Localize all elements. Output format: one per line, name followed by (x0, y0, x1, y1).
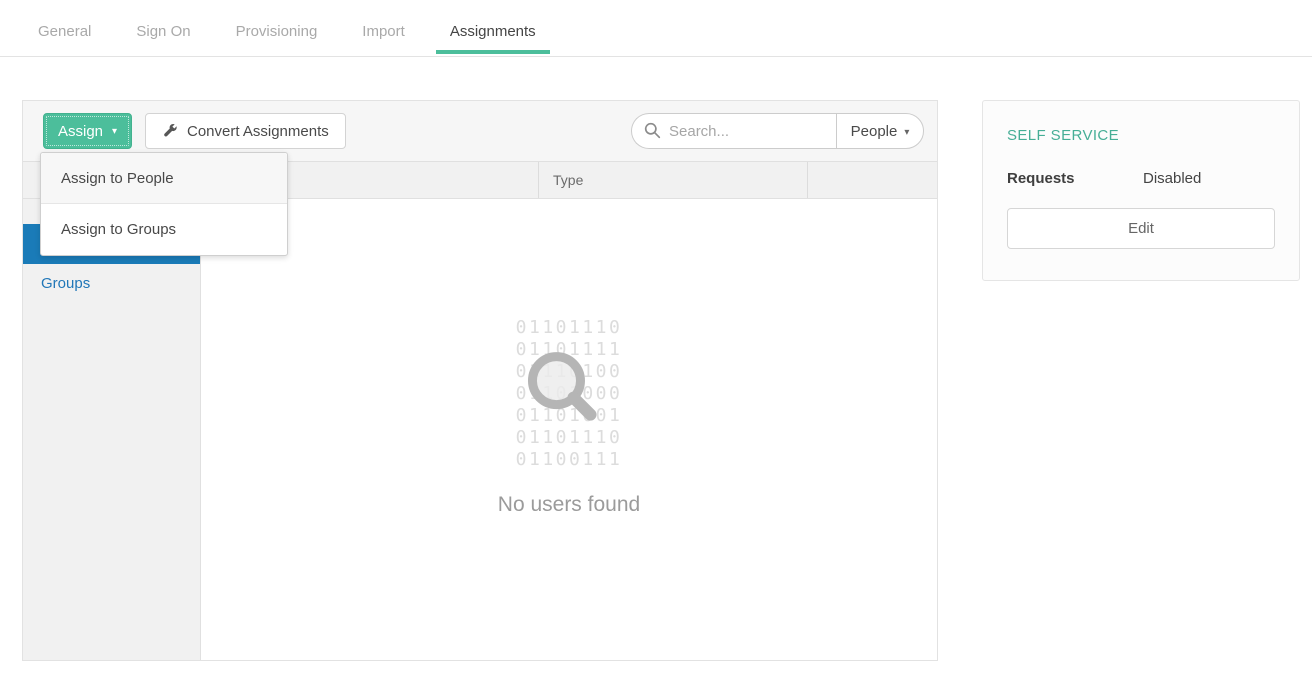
search-filter-value: People (851, 123, 898, 140)
tab-import[interactable]: Import (348, 14, 419, 54)
tab-sign-on[interactable]: Sign On (122, 14, 204, 54)
chevron-down-icon: ▾ (904, 127, 909, 138)
menu-item-assign-to-people[interactable]: Assign to People (41, 153, 287, 204)
search-group: People ▾ (631, 113, 924, 149)
search-input[interactable] (631, 113, 836, 149)
tab-general[interactable]: General (24, 14, 105, 54)
binary-row: 01101110 (516, 317, 623, 339)
requests-value: Disabled (1143, 170, 1201, 187)
tab-assignments[interactable]: Assignments (436, 14, 550, 54)
assignments-body: People Groups 01101110 01101111 01110100… (23, 199, 937, 660)
magnifier-icon (517, 342, 609, 439)
assign-dropdown-menu: Assign to People Assign to Groups (40, 152, 288, 256)
requests-label: Requests (1007, 170, 1143, 187)
search-box (631, 113, 836, 149)
empty-state: 01101110 01101111 01110100 01101000 0110… (201, 317, 937, 517)
assign-button[interactable]: Assign ▾ (43, 113, 132, 149)
sidebar-item-groups[interactable]: Groups (23, 264, 200, 304)
assignments-content: 01101110 01101111 01110100 01101000 0110… (201, 199, 937, 660)
tab-provisioning[interactable]: Provisioning (222, 14, 332, 54)
tabbar-divider (0, 56, 1312, 57)
convert-assignments-button[interactable]: Convert Assignments (145, 113, 346, 149)
column-header-actions (807, 162, 937, 198)
app-tabs: General Sign On Provisioning Import Assi… (24, 14, 567, 54)
search-icon (644, 122, 661, 144)
menu-item-assign-to-groups[interactable]: Assign to Groups (41, 204, 287, 255)
assign-button-label: Assign (58, 123, 103, 140)
edit-button[interactable]: Edit (1007, 208, 1275, 249)
empty-state-message: No users found (201, 493, 937, 517)
binary-art: 01101110 01101111 01110100 01101000 0110… (516, 317, 623, 471)
self-service-title: SELF SERVICE (1007, 127, 1275, 144)
binary-row: 01100111 (516, 449, 623, 471)
chevron-down-icon: ▾ (112, 127, 117, 137)
convert-assignments-label: Convert Assignments (187, 123, 329, 140)
self-service-panel: SELF SERVICE Requests Disabled Edit (982, 100, 1300, 281)
requests-row: Requests Disabled (1007, 170, 1275, 187)
wrench-icon (162, 123, 178, 139)
assignment-filter-sidebar: People Groups (23, 199, 201, 660)
search-filter-select[interactable]: People ▾ (836, 113, 924, 149)
column-header-type[interactable]: Type (538, 162, 807, 198)
